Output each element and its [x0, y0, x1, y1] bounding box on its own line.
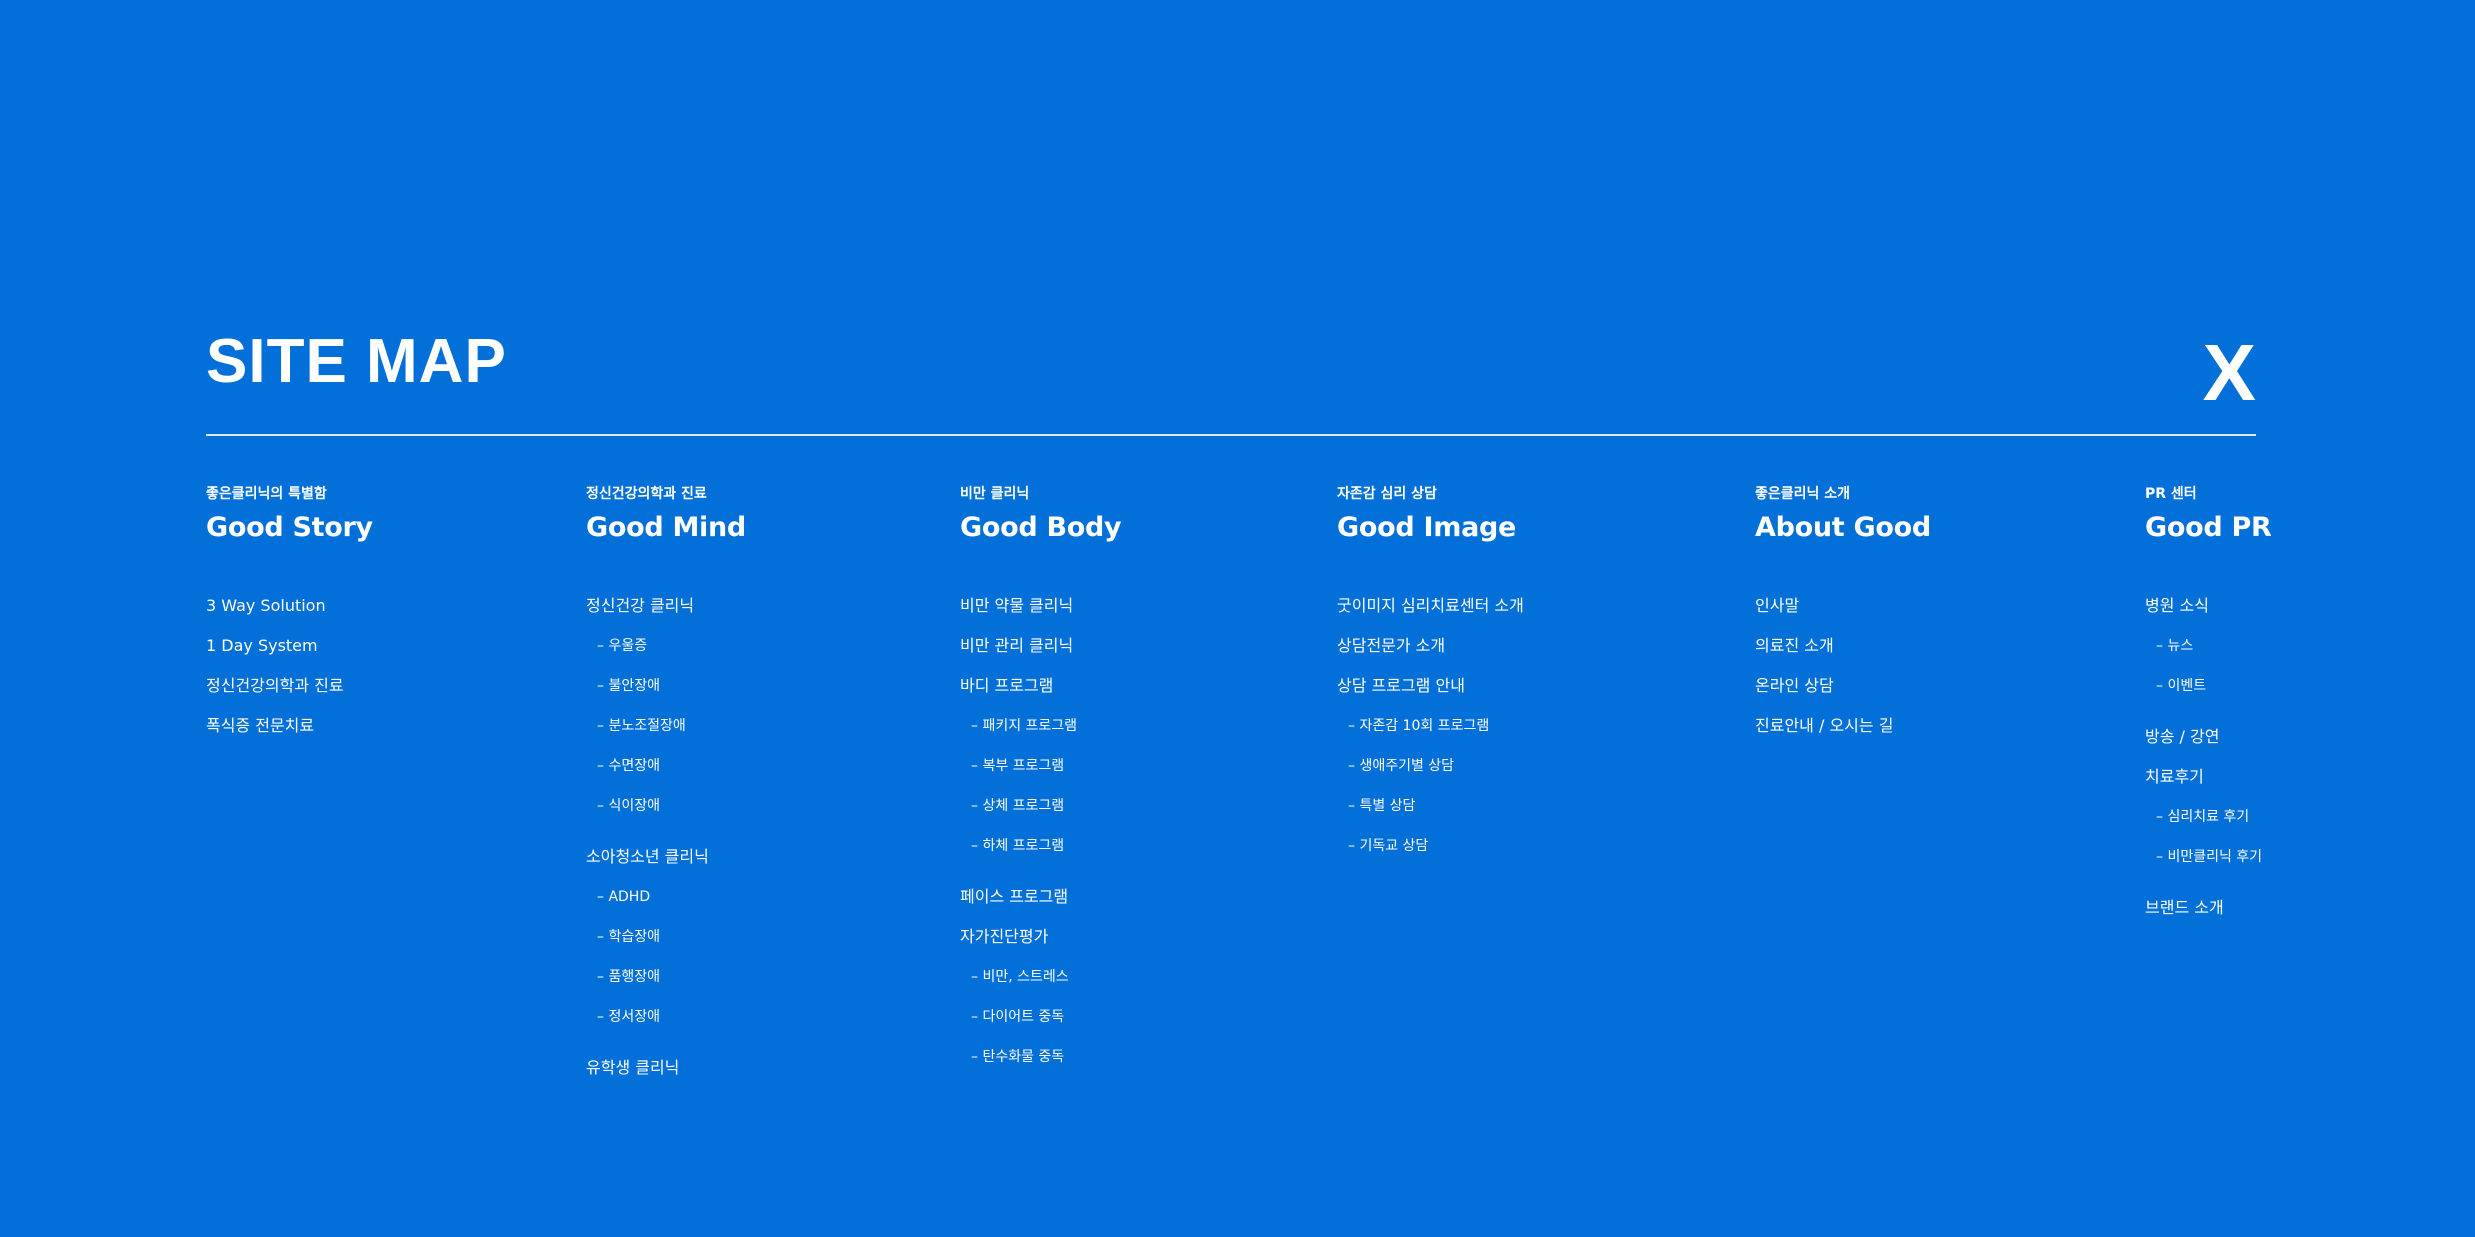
column-subtitle: 자존감 심리 상담: [1337, 486, 1437, 502]
menu-subitem[interactable]: – 학습장애: [586, 917, 746, 957]
menu-subitem[interactable]: – 다이어트 중독: [960, 997, 1121, 1037]
column-subtitle: 좋은클리닉 소개: [1755, 486, 1851, 502]
column-title[interactable]: About Good: [1755, 510, 1931, 546]
column-title[interactable]: Good Image: [1337, 510, 1524, 546]
column-subtitle: 비만 클리닉: [960, 486, 1030, 502]
menu-item[interactable]: 상담전문가 소개: [1337, 626, 1524, 666]
page-title: SITE MAP: [206, 327, 507, 396]
sitemap-column-good-mind: 정신건강의학과 진료 Good Mind 정신건강 클리닉 – 우울증 – 불안장애…: [586, 484, 746, 1088]
menu-item[interactable]: 온라인 상담: [1755, 666, 1931, 706]
menu-item[interactable]: 자가진단평가: [960, 917, 1121, 957]
menu-item[interactable]: 소아청소년 클리닉: [586, 837, 746, 877]
menu-subitem[interactable]: – 복부 프로그램: [960, 746, 1121, 786]
sitemap-column-good-story: 좋은클리닉의 특별함 Good Story 3 Way Solution 1 Da…: [206, 484, 373, 746]
column-menu: 3 Way Solution 1 Day System 정신건강의학과 진료 폭식증 …: [206, 586, 373, 746]
menu-subitem[interactable]: – 품행장애: [586, 957, 746, 997]
menu-subitem[interactable]: – 식이장애: [586, 786, 746, 826]
menu-subitem[interactable]: – 패키지 프로그램: [960, 706, 1121, 746]
column-title[interactable]: Good Body: [960, 510, 1122, 546]
menu-subitem[interactable]: – 뉴스: [2145, 626, 2271, 666]
menu-item[interactable]: 진료안내 / 오시는 길: [1755, 706, 1931, 746]
column-menu: 굿이미지 심리치료센터 소개 상담전문가 소개 상담 프로그램 안내 – 자존감 10…: [1337, 586, 1524, 866]
close-button[interactable]: X: [2202, 332, 2256, 414]
column-title[interactable]: Good Mind: [586, 510, 746, 546]
menu-item[interactable]: 정신건강의학과 진료: [206, 666, 373, 706]
sitemap-column-about-good: 좋은클리닉 소개 About Good 인사말 의료진 소개 온라인 상담 진료안내 …: [1755, 484, 1931, 746]
column-title[interactable]: Good PR: [2145, 510, 2272, 546]
menu-subitem[interactable]: – 비만, 스트레스: [960, 957, 1121, 997]
sitemap-column-good-body: 비만 클리닉 Good Body 비만 약물 클리닉 비만 관리 클리닉 바디 프로…: [960, 484, 1122, 1077]
menu-subitem[interactable]: – 하체 프로그램: [960, 826, 1121, 866]
column-menu: 인사말 의료진 소개 온라인 상담 진료안내 / 오시는 길: [1755, 586, 1931, 746]
menu-subitem[interactable]: – 심리치료 후기: [2145, 797, 2271, 837]
menu-subitem[interactable]: – 불안장애: [586, 666, 746, 706]
menu-item[interactable]: 상담 프로그램 안내: [1337, 666, 1524, 706]
menu-subitem[interactable]: – 비만클리닉 후기: [2145, 837, 2271, 877]
sitemap-column-good-pr: PR 센터 Good PR 병원 소식 – 뉴스 – 이벤트 방송 / 강연 치료후기 –…: [2145, 484, 2272, 928]
menu-subitem[interactable]: – 특별 상담: [1337, 786, 1524, 826]
menu-item[interactable]: 정신건강 클리닉: [586, 586, 746, 626]
menu-subitem[interactable]: – 생애주기별 상담: [1337, 746, 1524, 786]
menu-subitem[interactable]: – 이벤트: [2145, 666, 2271, 706]
menu-subitem[interactable]: – 자존감 10회 프로그램: [1337, 706, 1524, 746]
menu-subitem[interactable]: – 기독교 상담: [1337, 826, 1524, 866]
column-subtitle: 정신건강의학과 진료: [586, 486, 707, 502]
menu-item[interactable]: 방송 / 강연: [2145, 717, 2271, 757]
sitemap-header: SITE MAP X: [206, 326, 2256, 436]
menu-subitem[interactable]: – 탄수화물 중독: [960, 1037, 1121, 1077]
menu-subitem[interactable]: – 우울증: [586, 626, 746, 666]
menu-item[interactable]: 폭식증 전문치료: [206, 706, 373, 746]
menu-item[interactable]: 비만 약물 클리닉: [960, 586, 1121, 626]
menu-subitem[interactable]: – 상체 프로그램: [960, 786, 1121, 826]
menu-item[interactable]: 굿이미지 심리치료센터 소개: [1337, 586, 1524, 626]
column-menu: 정신건강 클리닉 – 우울증 – 불안장애 – 분노조절장애 – 수면장애 – 식이장애소…: [586, 586, 746, 1088]
column-subtitle: 좋은클리닉의 특별함: [206, 486, 327, 502]
menu-item[interactable]: 인사말: [1755, 586, 1931, 626]
sitemap-column-good-image: 자존감 심리 상담 Good Image 굿이미지 심리치료센터 소개 상담전문가…: [1337, 484, 1524, 866]
menu-item[interactable]: 3 Way Solution: [206, 586, 373, 626]
column-subtitle: PR 센터: [2145, 486, 2197, 502]
column-menu: 비만 약물 클리닉 비만 관리 클리닉 바디 프로그램 – 패키지 프로그램 – 복부 …: [960, 586, 1121, 1077]
column-title[interactable]: Good Story: [206, 510, 373, 546]
menu-item[interactable]: 비만 관리 클리닉: [960, 626, 1121, 666]
menu-subitem[interactable]: – 수면장애: [586, 746, 746, 786]
menu-subitem[interactable]: – 정서장애: [586, 997, 746, 1037]
menu-item[interactable]: 치료후기: [2145, 757, 2271, 797]
menu-item[interactable]: 병원 소식: [2145, 586, 2271, 626]
menu-subitem[interactable]: – ADHD: [586, 877, 746, 917]
menu-item[interactable]: 1 Day System: [206, 626, 373, 666]
menu-item[interactable]: 유학생 클리닉: [586, 1048, 746, 1088]
menu-subitem[interactable]: – 분노조절장애: [586, 706, 746, 746]
menu-item[interactable]: 페이스 프로그램: [960, 877, 1121, 917]
column-menu: 병원 소식 – 뉴스 – 이벤트방송 / 강연 치료후기 – 심리치료 후기 – 비만클리…: [2145, 586, 2271, 928]
menu-item[interactable]: 브랜드 소개: [2145, 888, 2271, 928]
menu-item[interactable]: 의료진 소개: [1755, 626, 1931, 666]
menu-item[interactable]: 바디 프로그램: [960, 666, 1121, 706]
